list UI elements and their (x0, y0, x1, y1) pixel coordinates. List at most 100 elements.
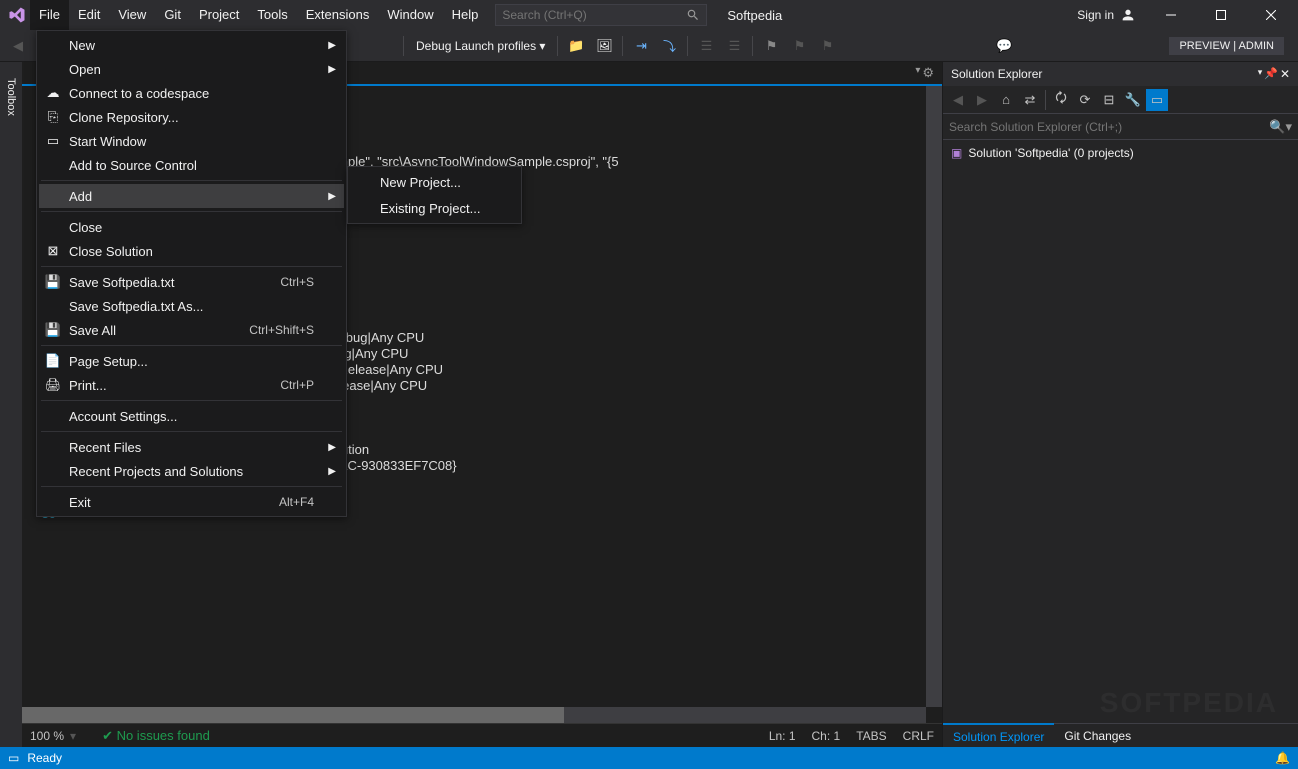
list2-icon[interactable]: ☰ (722, 34, 746, 58)
folder-icon[interactable]: 📁 (564, 34, 588, 58)
solution-search-input[interactable] (949, 120, 1269, 134)
solution-search[interactable]: 🔍▾ (943, 114, 1298, 140)
dropdown-icon[interactable]: ▾ (1258, 67, 1263, 81)
separator (41, 266, 342, 267)
separator (752, 36, 753, 56)
file-recent-projects[interactable]: Recent Projects and Solutions▶ (39, 459, 344, 483)
file-close-solution[interactable]: ⊠Close Solution (39, 239, 344, 263)
scrollbar-thumb[interactable] (22, 707, 564, 723)
editor-footer: 100 % ▾ ✔ No issues found Ln: 1 Ch: 1 TA… (22, 723, 942, 747)
menu-project[interactable]: Project (190, 0, 248, 30)
toolbox-panel-tab[interactable]: Toolbox (0, 62, 22, 747)
tab-solution-explorer[interactable]: Solution Explorer (943, 723, 1054, 747)
file-exit[interactable]: ExitAlt+F4 (39, 490, 344, 514)
file-connect-codespace[interactable]: ☁Connect to a codespace (39, 81, 344, 105)
file-close[interactable]: Close (39, 215, 344, 239)
refresh-icon[interactable]: ⟳ (1074, 89, 1096, 111)
add-new-project[interactable]: New Project... (350, 169, 519, 195)
wrench-icon[interactable]: 🔧 (1122, 89, 1144, 111)
switch-icon[interactable]: ⇄ (1019, 89, 1041, 111)
page-icon: 📄 (45, 353, 61, 369)
file-page-setup[interactable]: 📄Page Setup... (39, 349, 344, 373)
solution-explorer-header: Solution Explorer ▾ 📌 ✕ (943, 62, 1298, 86)
file-add[interactable]: Add▶ (39, 184, 344, 208)
dropdown-icon[interactable]: ▾ (915, 65, 920, 81)
cloud-icon: ☁ (45, 85, 61, 101)
separator (622, 36, 623, 56)
separator (1045, 90, 1046, 110)
status-text: Ready (27, 751, 62, 765)
pin-icon[interactable]: 📌 (1264, 67, 1278, 81)
menu-window[interactable]: Window (378, 0, 442, 30)
issues-indicator[interactable]: ✔ No issues found (102, 728, 210, 744)
file-save-all[interactable]: 💾Save AllCtrl+Shift+S (39, 318, 344, 342)
back-icon[interactable]: ◀ (6, 34, 30, 58)
forward-icon[interactable]: ▶ (971, 89, 993, 111)
file-account-settings[interactable]: Account Settings... (39, 404, 344, 428)
horizontal-scrollbar[interactable] (22, 707, 926, 723)
preview-admin-button[interactable]: PREVIEW | ADMIN (1169, 37, 1284, 55)
file-save[interactable]: 💾Save Softpedia.txtCtrl+S (39, 270, 344, 294)
file-open[interactable]: Open▶ (39, 57, 344, 81)
add-existing-project[interactable]: Existing Project... (350, 195, 519, 221)
col-indicator[interactable]: Ch: 1 (812, 729, 841, 743)
titlebar: File Edit View Git Project Tools Extensi… (0, 0, 1298, 30)
image-icon[interactable]: 🖼 (592, 34, 616, 58)
window-icon: ▭ (45, 133, 61, 149)
search-input[interactable] (502, 8, 686, 22)
preview-icon[interactable]: ▭ (1146, 89, 1168, 111)
home-icon[interactable]: ⌂ (995, 89, 1017, 111)
file-save-as[interactable]: Save Softpedia.txt As... (39, 294, 344, 318)
next-bm-icon[interactable]: ⚑ (815, 34, 839, 58)
file-clone-repo[interactable]: ⎘Clone Repository... (39, 105, 344, 129)
file-add-source-control[interactable]: Add to Source Control (39, 153, 344, 177)
menu-help[interactable]: Help (443, 0, 488, 30)
save-all-icon: 💾 (45, 322, 61, 338)
prev-bm-icon[interactable]: ⚑ (787, 34, 811, 58)
solution-explorer-panel: Solution Explorer ▾ 📌 ✕ ◀ ▶ ⌂ ⇄ 🗘 ⟳ ⊟ 🔧 … (942, 62, 1298, 747)
save-icon: 💾 (45, 274, 61, 290)
feedback-icon[interactable]: 💬 (992, 34, 1016, 58)
menu-tools[interactable]: Tools (248, 0, 296, 30)
line-indicator[interactable]: Ln: 1 (769, 729, 796, 743)
separator (687, 36, 688, 56)
file-recent-files[interactable]: Recent Files▶ (39, 435, 344, 459)
sign-in-button[interactable]: Sign in (1069, 7, 1144, 23)
notifications-icon[interactable]: 🔔 (1275, 751, 1290, 765)
file-print[interactable]: 🖨Print...Ctrl+P (39, 373, 344, 397)
close-button[interactable] (1248, 0, 1294, 30)
menu-file[interactable]: File (30, 0, 69, 30)
menu-edit[interactable]: Edit (69, 0, 109, 30)
menu-view[interactable]: View (109, 0, 155, 30)
solution-tree[interactable]: ▣ Solution 'Softpedia' (0 projects) (943, 140, 1298, 723)
add-submenu: New Project... Existing Project... (347, 166, 522, 224)
back-icon[interactable]: ◀ (947, 89, 969, 111)
gear-icon[interactable]: ⚙ (922, 65, 934, 81)
search-box[interactable] (495, 4, 707, 26)
file-start-window[interactable]: ▭Start Window (39, 129, 344, 153)
minimize-button[interactable] (1148, 0, 1194, 30)
zoom-level[interactable]: 100 % (30, 729, 64, 743)
separator (41, 211, 342, 212)
separator (41, 345, 342, 346)
close-icon[interactable]: ✕ (1280, 67, 1290, 81)
list-icon[interactable]: ☰ (694, 34, 718, 58)
debug-launch-dropdown[interactable]: Debug Launch profiles ▾ (410, 39, 551, 53)
separator (41, 486, 342, 487)
sync-icon[interactable]: 🗘 (1050, 89, 1072, 111)
print-icon: 🖨 (45, 377, 61, 393)
menu-git[interactable]: Git (155, 0, 190, 30)
solution-root-item[interactable]: ▣ Solution 'Softpedia' (0 projects) (951, 144, 1290, 162)
collapse-icon[interactable]: ⊟ (1098, 89, 1120, 111)
separator (403, 36, 404, 56)
step-icon[interactable]: ⇥ (629, 34, 653, 58)
lineending-indicator[interactable]: CRLF (903, 729, 934, 743)
tab-git-changes[interactable]: Git Changes (1054, 724, 1141, 747)
file-new[interactable]: New▶ (39, 33, 344, 57)
menu-extensions[interactable]: Extensions (297, 0, 379, 30)
tabs-indicator[interactable]: TABS (856, 729, 886, 743)
vertical-scrollbar[interactable] (926, 86, 942, 707)
step-over-icon[interactable]: ⤵ (657, 34, 681, 58)
bookmark-icon[interactable]: ⚑ (759, 34, 783, 58)
maximize-button[interactable] (1198, 0, 1244, 30)
